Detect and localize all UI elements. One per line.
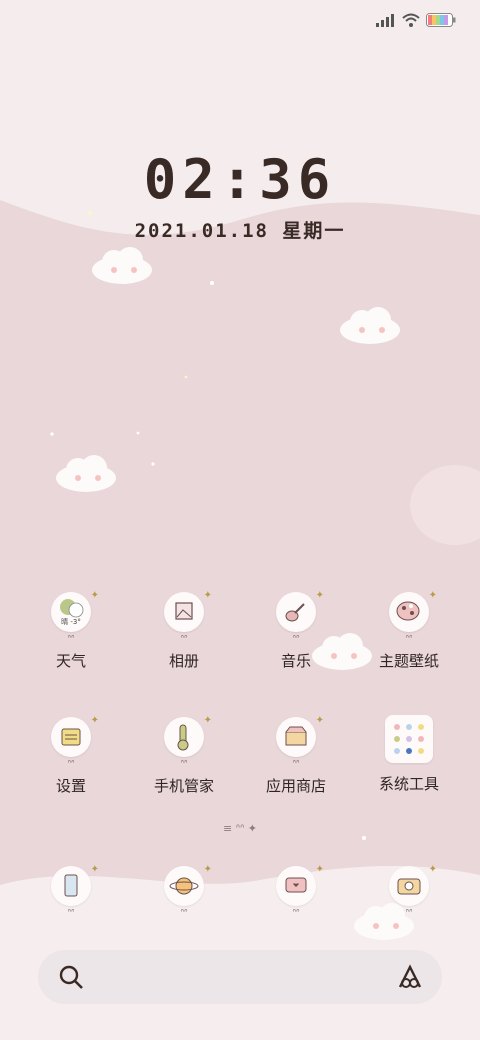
app-label: 相册	[168, 652, 199, 670]
app-label: 应用商店	[265, 777, 326, 795]
messages-icon: ✦	[276, 864, 324, 906]
cloud-feet: ᐢᐢ	[180, 759, 188, 769]
app-weather[interactable]: ✦ 晴 -3° ᐢᐢ 天气	[21, 590, 121, 671]
signal-bars-icon	[376, 14, 394, 27]
app-settings[interactable]: ✦ ᐢᐢ 设置	[21, 715, 121, 796]
cloud-feet: ᐢᐢ	[180, 634, 188, 644]
weather-icon: ✦ 晴 -3°	[51, 590, 99, 632]
clock-time: 02:36	[143, 148, 337, 211]
app-store[interactable]: ✦ ᐢᐢ 应用商店	[246, 715, 346, 796]
browser-planet-icon: ✦	[164, 864, 212, 906]
weather-badge: 晴 -3°	[61, 618, 81, 626]
palette-icon: ✦	[389, 590, 437, 632]
dock-phone[interactable]: ✦ ᐢᐢ	[21, 864, 121, 918]
settings-icon: ✦	[51, 715, 99, 757]
cloud-feet: ᐢᐢ	[292, 759, 300, 769]
cloud-feet: ᐢᐢ	[292, 908, 300, 918]
app-label: 主题壁纸	[378, 652, 439, 670]
cloud-decoration	[56, 455, 116, 492]
app-label: 天气	[55, 652, 86, 670]
app-gallery[interactable]: ✦ ᐢᐢ 相册	[134, 590, 234, 671]
search-icon[interactable]	[58, 964, 84, 990]
camera-icon: ✦	[389, 864, 437, 906]
dock-browser[interactable]: ✦ ᐢᐢ	[134, 864, 234, 918]
app-label: 音乐	[280, 652, 311, 670]
phone-icon: ✦	[51, 864, 99, 906]
app-label: 系统工具	[378, 775, 439, 793]
cloud-decoration	[340, 307, 400, 344]
page-indicator: ≡ ᐢᐢ ✦	[223, 822, 257, 835]
app-system-tools-folder[interactable]: 系统工具	[359, 715, 459, 794]
folder-grid-icon	[385, 715, 433, 763]
wifi-icon	[402, 13, 420, 27]
cloud-feet: ᐢᐢ	[67, 908, 75, 918]
battery-icon	[426, 13, 456, 27]
cloud-decoration	[92, 247, 152, 284]
status-bar	[0, 0, 480, 40]
app-label: 设置	[55, 777, 86, 795]
clock-date: 2021.01.18 星期一	[134, 220, 346, 242]
app-label: 手机管家	[153, 777, 214, 795]
cloud-feet: ᐢᐢ	[180, 908, 188, 918]
app-themes[interactable]: ✦ ᐢᐢ 主题壁纸	[359, 590, 459, 671]
cloud-feet: ᐢᐢ	[405, 908, 413, 918]
app-music[interactable]: ✦ ᐢᐢ 音乐	[246, 590, 346, 671]
cloud-feet: ᐢᐢ	[405, 634, 413, 644]
cloud-feet: ᐢᐢ	[67, 759, 75, 769]
cloud-feet: ᐢᐢ	[67, 634, 75, 644]
app-phone-manager[interactable]: ✦ ᐢᐢ 手机管家	[134, 715, 234, 796]
music-icon: ✦	[276, 590, 324, 632]
dock-camera[interactable]: ✦ ᐢᐢ	[359, 864, 459, 918]
thermometer-icon: ✦	[164, 715, 212, 757]
store-icon: ✦	[276, 715, 324, 757]
dock-messages[interactable]: ✦ ᐢᐢ	[246, 864, 346, 918]
gallery-icon: ✦	[164, 590, 212, 632]
cloud-feet: ᐢᐢ	[292, 634, 300, 644]
assistant-icon[interactable]	[396, 963, 424, 991]
search-bar[interactable]	[38, 950, 442, 1004]
